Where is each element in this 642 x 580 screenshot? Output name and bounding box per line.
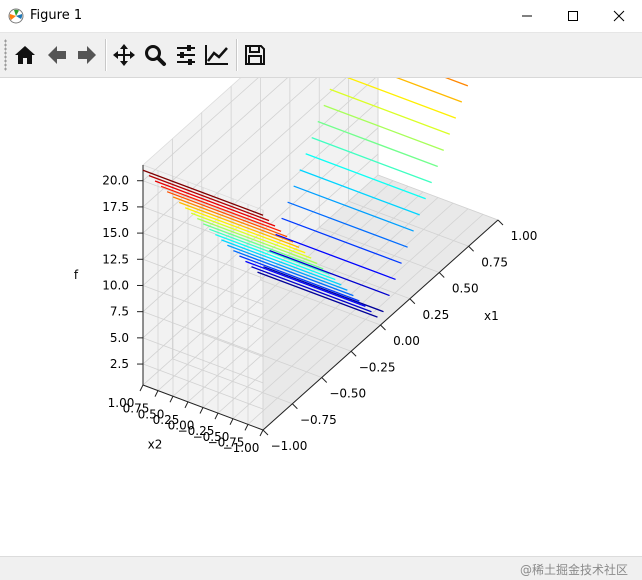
window-titlebar: Figure 1 xyxy=(0,0,642,33)
x-tick xyxy=(262,429,269,436)
z-tick-label: 10.0 xyxy=(102,278,129,292)
save-button[interactable] xyxy=(241,40,269,70)
x-tick-label: 0.00 xyxy=(393,334,420,348)
forward-icon xyxy=(78,46,96,64)
y-tick xyxy=(154,390,159,397)
forward-button[interactable] xyxy=(73,40,101,70)
x-tick-label: 0.25 xyxy=(423,308,450,322)
y-axis-label: x2 xyxy=(148,437,163,451)
y-tick xyxy=(244,424,249,431)
y-tick xyxy=(139,384,144,392)
zoom-button[interactable] xyxy=(141,40,169,70)
x-tick xyxy=(292,403,298,410)
x-tick-label: −1.00 xyxy=(271,439,308,453)
y-tick-label: −1.00 xyxy=(223,441,260,455)
y-tick xyxy=(229,418,234,425)
zoom-icon xyxy=(145,45,166,66)
toolbar-grip[interactable] xyxy=(4,39,7,71)
y-tick xyxy=(259,429,264,437)
maximize-icon xyxy=(568,11,578,21)
z-tick-label: 20.0 xyxy=(102,174,129,188)
edit-axis-button[interactable] xyxy=(203,40,231,70)
close-icon xyxy=(613,10,625,22)
x-tick-label: 1.00 xyxy=(511,229,538,243)
x-axis-label: x1 xyxy=(484,309,499,323)
configure-subplots-button[interactable] xyxy=(172,40,200,70)
back-button[interactable] xyxy=(43,40,71,70)
close-button[interactable] xyxy=(596,0,642,32)
matplotlib-app-icon xyxy=(8,8,24,24)
x-tick xyxy=(468,245,474,252)
z-tick-label: 2.5 xyxy=(110,357,129,371)
window-title: Figure 1 xyxy=(30,8,83,23)
surface-plot[interactable]: −1.00 −0.75 −0.50 −0.25 0.000.250.500.751.00… xyxy=(0,0,642,556)
save-icon xyxy=(245,45,265,65)
configure-subplots-icon xyxy=(177,45,195,65)
toolbar-separator xyxy=(105,39,107,71)
y-tick xyxy=(184,401,189,409)
edit-axis-icon xyxy=(205,45,228,65)
home-button[interactable] xyxy=(11,40,39,70)
navigation-toolbar xyxy=(0,33,642,78)
status-bar: @稀土掘金技术社区 xyxy=(0,556,642,580)
x-tick xyxy=(321,377,328,383)
x-tick-label: −0.25 xyxy=(359,360,396,374)
minimize-button[interactable] xyxy=(504,0,550,32)
x-tick-label: 0.75 xyxy=(481,255,508,269)
z-tick-label: 5.0 xyxy=(110,331,129,345)
pan-button[interactable] xyxy=(110,40,138,70)
z-tick-label: 17.5 xyxy=(102,200,129,214)
y-tick xyxy=(199,407,204,414)
minimize-icon xyxy=(522,15,532,17)
x-tick xyxy=(438,272,445,278)
x-tick xyxy=(380,324,386,331)
watermark-text: @稀土掘金技术社区 xyxy=(519,563,628,577)
maximize-button[interactable] xyxy=(550,0,596,32)
x-tick-label: −0.50 xyxy=(329,387,366,401)
figure-canvas[interactable]: −1.00 −0.75 −0.50 −0.25 0.00 0.25 0.50 0.75 1.00… xyxy=(0,0,642,556)
x-tick xyxy=(350,350,357,357)
pan-icon xyxy=(113,44,135,66)
y-tick xyxy=(169,396,174,403)
home-icon xyxy=(15,46,35,64)
z-tick-label: 7.5 xyxy=(110,305,129,319)
z-tick-label: 12.5 xyxy=(102,252,129,266)
x-tick xyxy=(497,219,504,226)
x-tick xyxy=(409,298,416,305)
y-tick xyxy=(214,412,219,420)
z-tick-label: 15.0 xyxy=(102,226,129,240)
x-tick-label: −0.75 xyxy=(300,413,337,427)
back-icon xyxy=(48,46,66,64)
x-tick-label: 0.50 xyxy=(452,282,479,296)
z-axis-label: f xyxy=(74,268,79,282)
toolbar-separator xyxy=(236,39,238,71)
